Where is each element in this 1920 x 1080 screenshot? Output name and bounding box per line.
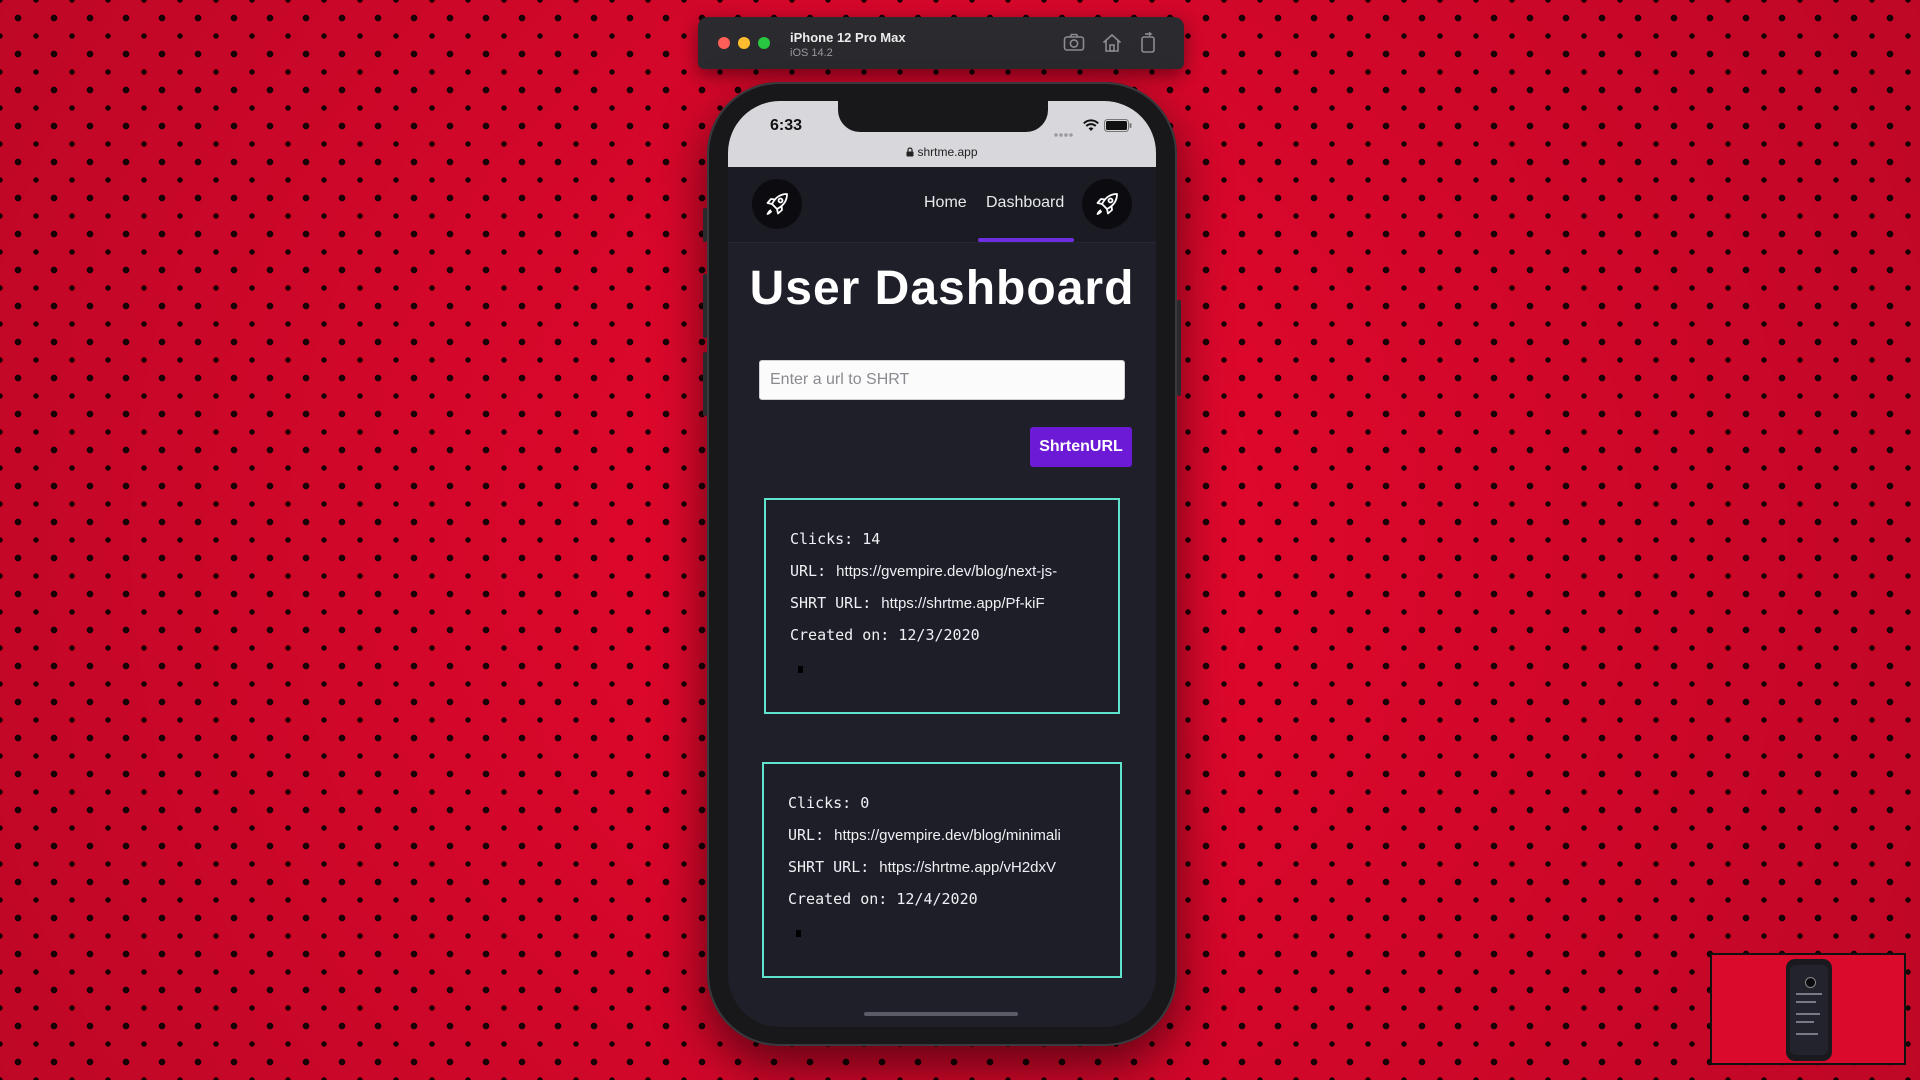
created-date: Created on: 12/3/2020 [790, 626, 980, 644]
short-url-link[interactable]: https://shrtme.app/Pf-kiF [881, 595, 1044, 612]
pip-text-line [1796, 993, 1822, 995]
pip-phone [1786, 959, 1832, 1061]
page-title: User Dashboard [749, 262, 1135, 315]
notch [838, 101, 1048, 132]
nav-link-dashboard[interactable]: Dashboard [986, 194, 1064, 212]
picture-in-picture-thumbnail [1710, 953, 1906, 1065]
mute-switch [703, 208, 707, 242]
clicks-count: Clicks: 14 [790, 530, 881, 548]
url-row: URL: https://gvempire.dev/blog/minimali [788, 826, 1061, 844]
home-indicator[interactable] [864, 1012, 1018, 1016]
url-row: URL: https://gvempire.dev/blog/next-js- [790, 562, 1057, 580]
clicks-count: Clicks: 0 [788, 794, 870, 812]
os-version: iOS 14.2 [790, 47, 833, 59]
pip-screen [1790, 965, 1828, 1055]
original-url-link[interactable]: https://gvempire.dev/blog/minimali [834, 827, 1061, 844]
app-navbar: Home Dashboard [728, 167, 1156, 243]
pip-text-line [1796, 1033, 1818, 1035]
desktop-background: iPhone 12 Pro Max iOS 14.2 6:33 shrtme.a… [0, 0, 1920, 1080]
logo-button[interactable] [752, 179, 802, 229]
simulator-title-bar: iPhone 12 Pro Max iOS 14.2 [698, 17, 1184, 69]
original-url-link[interactable]: https://gvempire.dev/blog/next-js- [836, 563, 1057, 580]
volume-up-button [703, 274, 707, 338]
rocket-icon [766, 193, 788, 215]
browser-domain: shrtme.app [917, 145, 978, 159]
phone-screen: 6:33 shrtme.app Home Dashboard User Dash… [728, 101, 1156, 1027]
pip-avatar [1805, 977, 1816, 988]
signal-icon [1053, 125, 1075, 143]
nav-link-home[interactable]: Home [924, 194, 967, 212]
profile-button[interactable] [1082, 179, 1132, 229]
short-url-link[interactable]: https://shrtme.app/vH2dxV [879, 859, 1056, 876]
battery-icon [1104, 119, 1132, 137]
rocket-icon [1096, 193, 1118, 215]
shorten-url-button[interactable]: ShrtenURL [1030, 427, 1132, 467]
url-card: Clicks: 14 URL: https://gvempire.dev/blog… [764, 498, 1120, 714]
card-marker [798, 666, 803, 673]
status-bar: 6:33 shrtme.app [728, 101, 1156, 167]
lock-icon [906, 146, 914, 160]
shrt-url-label: SHRT URL: [790, 594, 872, 612]
home-icon[interactable] [1100, 31, 1124, 55]
screenshot-icon[interactable] [1062, 31, 1086, 55]
url-label: URL: [788, 826, 825, 844]
browser-address-bar[interactable]: shrtme.app [728, 145, 1156, 160]
rotate-icon[interactable] [1136, 31, 1160, 55]
shrt-url-row: SHRT URL: https://shrtme.app/vH2dxV [788, 858, 1056, 876]
url-label: URL: [790, 562, 827, 580]
pip-text-line [1796, 1001, 1816, 1003]
wifi-icon [1082, 118, 1100, 137]
maximize-window-button[interactable] [758, 37, 770, 49]
power-button [1177, 300, 1181, 396]
status-time: 6:33 [770, 117, 803, 134]
url-card: Clicks: 0 URL: https://gvempire.dev/blog/… [762, 762, 1122, 978]
shrt-url-label: SHRT URL: [788, 858, 870, 876]
active-nav-indicator [978, 238, 1074, 242]
url-input[interactable] [759, 360, 1125, 400]
close-window-button[interactable] [718, 37, 730, 49]
volume-down-button [703, 352, 707, 416]
iphone-device: 6:33 shrtme.app Home Dashboard User Dash… [703, 82, 1181, 1046]
pip-text-line [1796, 1013, 1820, 1015]
pip-text-line [1796, 1021, 1814, 1023]
card-marker [796, 930, 801, 937]
minimize-window-button[interactable] [738, 37, 750, 49]
created-date: Created on: 12/4/2020 [788, 890, 978, 908]
device-name: iPhone 12 Pro Max [790, 30, 906, 45]
shrt-url-row: SHRT URL: https://shrtme.app/Pf-kiF [790, 594, 1045, 612]
